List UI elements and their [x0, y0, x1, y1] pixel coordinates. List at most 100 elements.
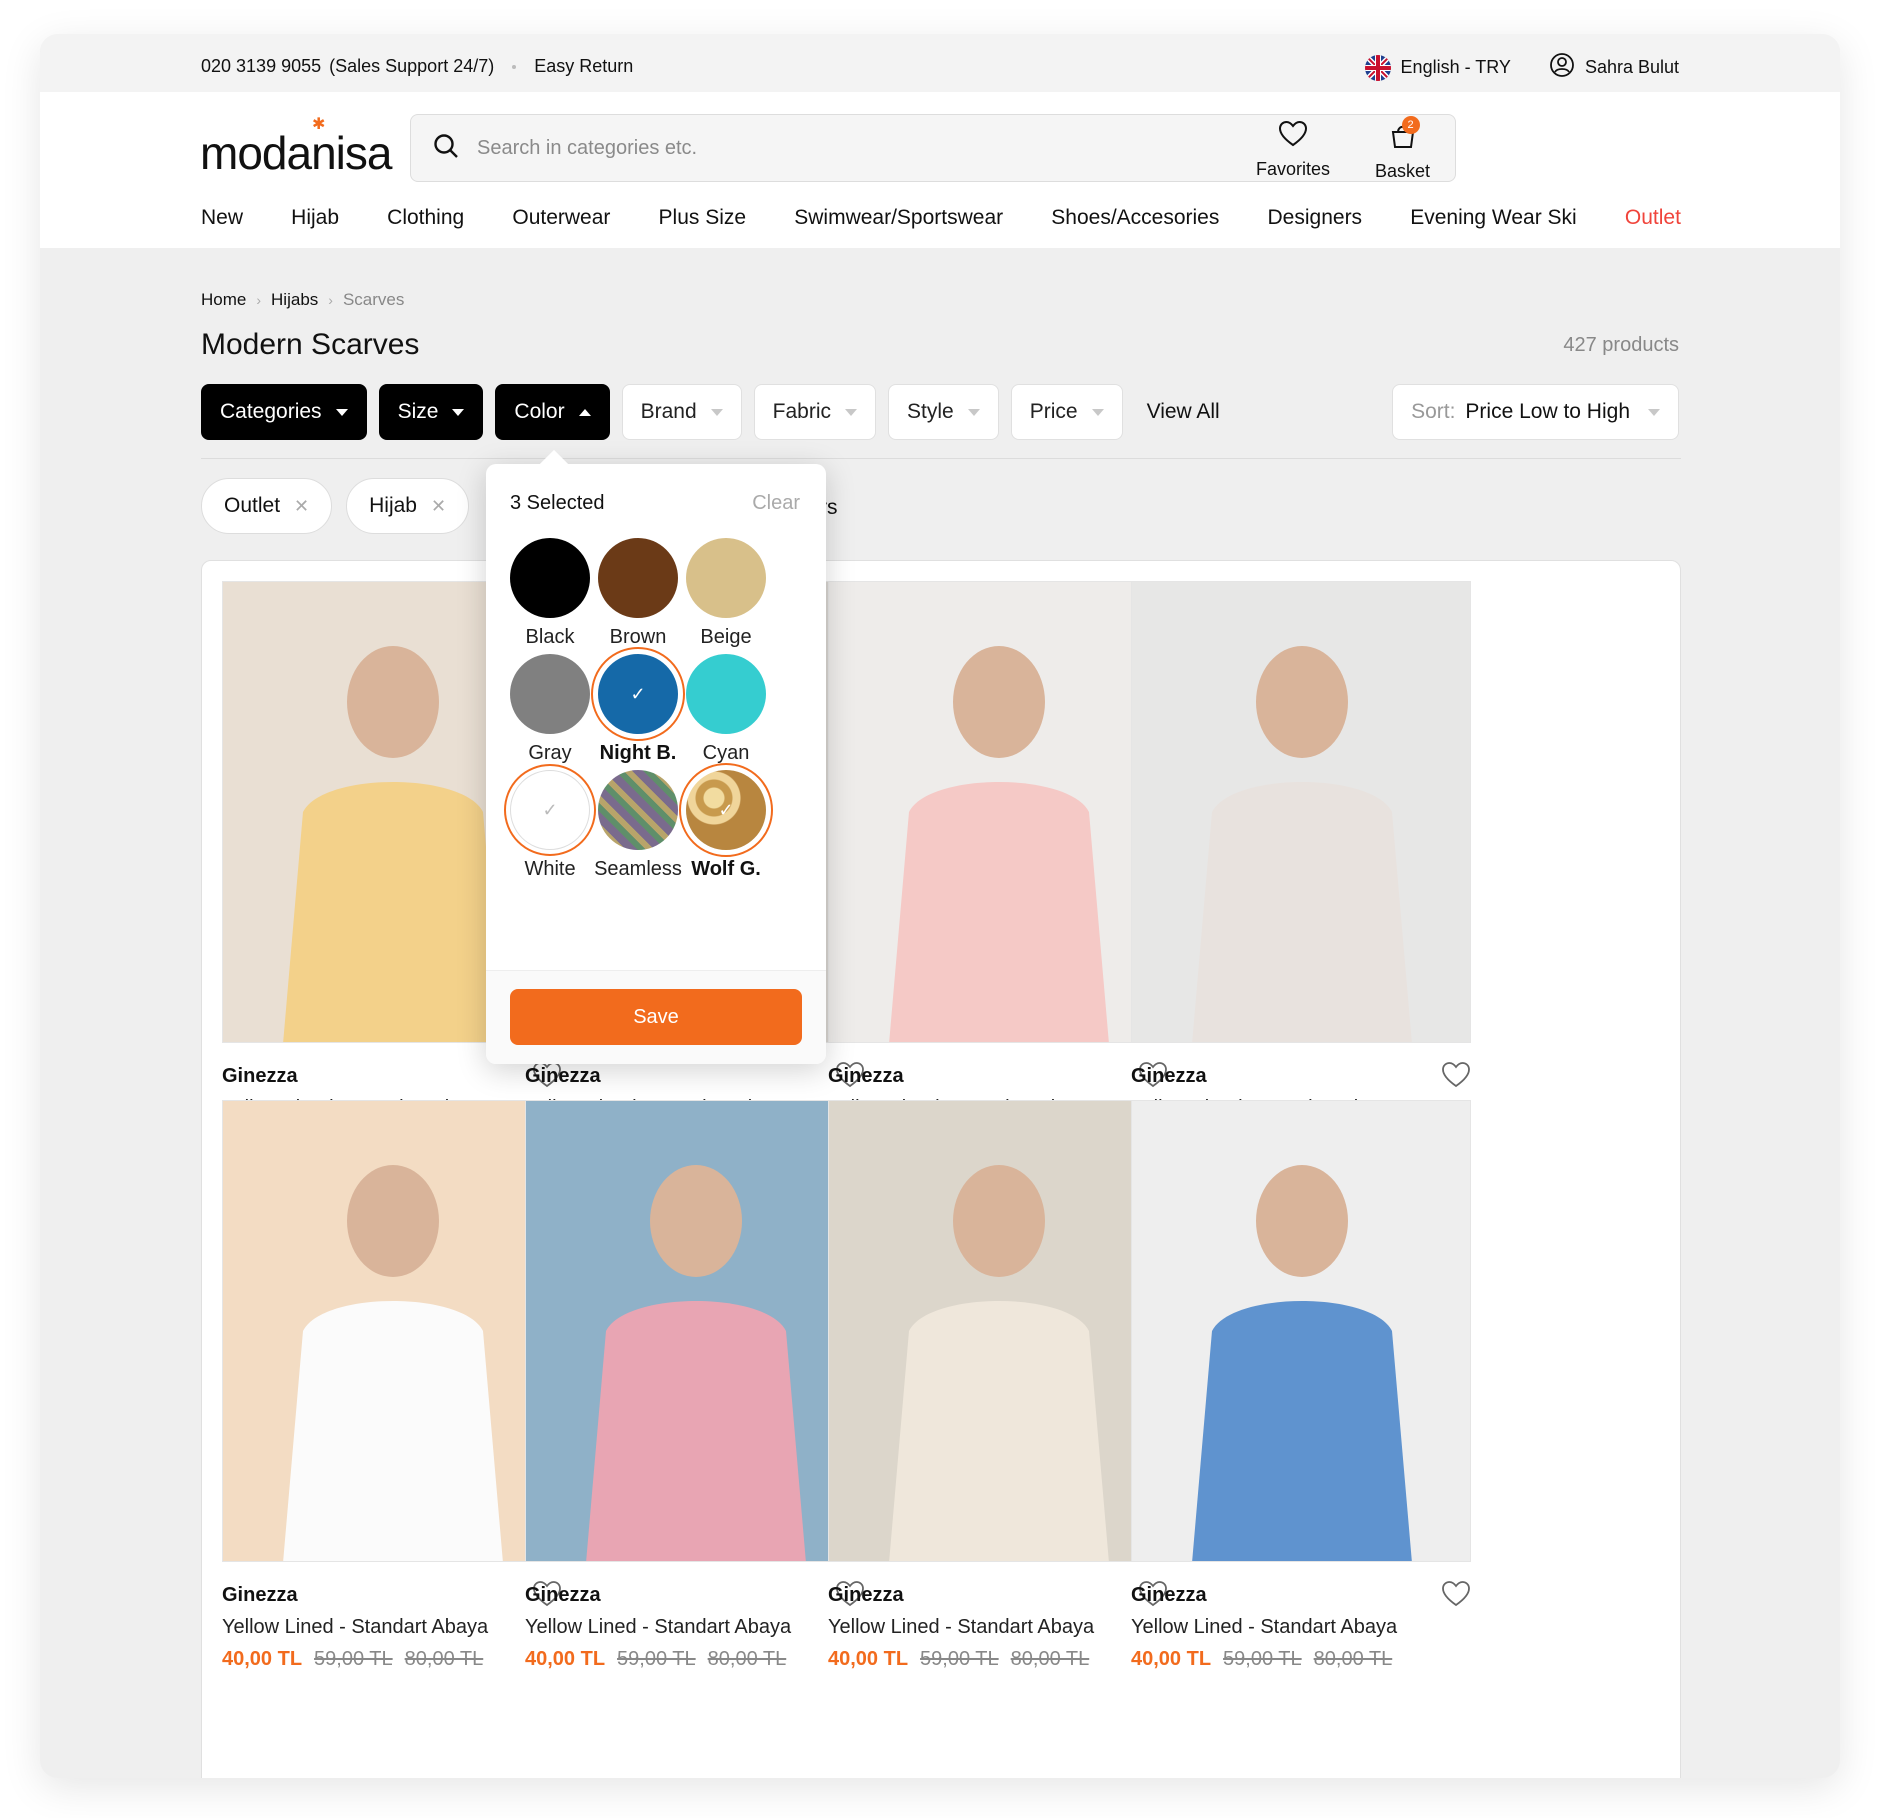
view-all-link[interactable]: View All — [1135, 400, 1232, 424]
product-prices: 40,00 TL 59,00 TL 80,00 TL — [828, 1648, 1089, 1671]
nav-hijab[interactable]: Hijab — [291, 206, 339, 230]
nav-swimwear[interactable]: Swimwear/Sportswear — [794, 206, 1003, 230]
user-name: Sahra Bulut — [1584, 57, 1679, 77]
favorites-label: Favorites — [1256, 159, 1331, 179]
chip-outlet[interactable]: Outlet ✕ — [201, 478, 333, 534]
breadcrumb-home[interactable]: Home — [201, 290, 246, 310]
swatch-label: Wolf G. — [691, 858, 761, 880]
modanisa-logo[interactable]: modanisa — [200, 126, 392, 180]
filter-style-label: Style — [907, 400, 954, 423]
product-image[interactable] — [222, 1100, 562, 1562]
product-name[interactable]: Yellow Lined - Standart Abaya — [222, 1616, 488, 1639]
basket-button[interactable]: 2 Basket — [1375, 116, 1430, 182]
color-swatch[interactable]: ✓ Wolf G. — [672, 763, 780, 881]
easy-return-link[interactable]: Easy Return — [534, 56, 633, 77]
user-icon — [1549, 52, 1575, 83]
product-brand: Ginezza — [1131, 1065, 1207, 1087]
checkmark-icon: ✓ — [718, 799, 734, 820]
original-price: 80,00 TL — [1313, 1648, 1393, 1670]
product-image[interactable] — [525, 1100, 865, 1562]
product-card[interactable]: Ginezza Yellow Lined - Standart Abaya 40,0… — [222, 1100, 562, 1670]
filter-color[interactable]: Color — [495, 384, 610, 440]
nav-clothing[interactable]: Clothing — [387, 206, 464, 230]
save-button[interactable]: Save — [510, 989, 802, 1045]
caret-down-icon — [710, 408, 723, 416]
swatch-circle[interactable] — [510, 654, 590, 734]
chevron-right-icon: › — [256, 292, 262, 308]
color-swatch[interactable]: Beige — [672, 538, 780, 649]
user-account[interactable]: Sahra Bulut — [1549, 52, 1679, 83]
nav-evening-wear[interactable]: Evening Wear Ski — [1410, 206, 1577, 230]
swatch-label: Black — [525, 626, 575, 648]
filter-price[interactable]: Price — [1010, 384, 1123, 440]
product-card[interactable]: GinezzaYellow Lined - Standart Abaya40,0… — [1131, 581, 1471, 1151]
page-title: Modern Scarves — [201, 328, 420, 361]
chip-label: Outlet — [224, 494, 281, 517]
swatch-label: Brown — [609, 626, 667, 648]
close-icon[interactable]: ✕ — [431, 496, 446, 517]
swatch-circle[interactable]: ✓ — [679, 763, 773, 857]
chip-label: Hijab — [369, 494, 417, 517]
favorite-heart-icon[interactable] — [1441, 1061, 1471, 1094]
swatch-circle[interactable] — [686, 538, 766, 618]
filter-brand-label: Brand — [640, 400, 697, 423]
filter-divider — [201, 458, 1681, 459]
product-card[interactable]: GinezzaYellow Lined - Standart Abaya40,0… — [828, 581, 1168, 1151]
favorites-button[interactable]: Favorites — [1256, 120, 1330, 180]
swatch-circle[interactable] — [598, 770, 678, 850]
product-image[interactable] — [828, 581, 1168, 1043]
nav-shoes[interactable]: Shoes/Accesories — [1051, 206, 1219, 230]
swatch-circle[interactable] — [686, 654, 766, 734]
caret-down-icon — [1091, 408, 1104, 416]
chip-hijab[interactable]: Hijab ✕ — [346, 478, 470, 534]
support-text: (Sales Support 24/7) — [329, 56, 495, 76]
breadcrumb-scarves: Scarves — [342, 290, 405, 309]
color-swatch[interactable]: Cyan — [672, 654, 780, 765]
product-image[interactable] — [1131, 581, 1471, 1043]
product-brand: Ginezza — [525, 1584, 601, 1606]
favorite-heart-icon[interactable] — [1441, 1580, 1471, 1613]
product-name[interactable]: Yellow Lined - Standart Abaya — [525, 1616, 791, 1639]
product-brand: Ginezza — [828, 1584, 904, 1606]
product-card[interactable]: Ginezza Yellow Lined - Standart Abaya 40,0… — [525, 1100, 865, 1670]
swatch-circle[interactable]: ✓ — [504, 764, 596, 856]
language-selector[interactable]: English - TRY — [1364, 54, 1511, 81]
swatch-label: White — [524, 858, 576, 880]
search-input[interactable] — [477, 136, 1377, 160]
filter-size[interactable]: Size — [378, 384, 484, 440]
product-brand: Ginezza — [222, 1584, 298, 1606]
close-icon[interactable]: ✕ — [294, 496, 309, 517]
nav-new[interactable]: New — [201, 206, 243, 230]
sort-value: Price Low to High — [1465, 400, 1630, 423]
sale-price: 40,00 TL — [222, 1648, 303, 1670]
swatch-circle[interactable]: ✓ — [591, 647, 685, 741]
filter-categories[interactable]: Categories — [201, 384, 367, 440]
nav-outlet[interactable]: Outlet — [1625, 206, 1681, 230]
product-card[interactable]: Ginezza Yellow Lined - Standart Abaya 40,0… — [828, 1100, 1168, 1670]
sort-dropdown[interactable]: Sort: Price Low to High — [1392, 384, 1679, 440]
chevron-right-icon: › — [328, 292, 333, 308]
filter-brand[interactable]: Brand — [621, 384, 742, 440]
nav-designers[interactable]: Designers — [1268, 206, 1363, 230]
breadcrumb: Home › Hijabs › Scarves — [201, 290, 404, 310]
browser-frame: 020 3139 9055 (Sales Support 24/7) Easy … — [40, 34, 1840, 1778]
product-name[interactable]: Yellow Lined - Standart Abaya — [828, 1616, 1094, 1639]
product-name[interactable]: Yellow Lined - Standart Abaya — [1131, 1616, 1397, 1639]
swatch-circle[interactable] — [510, 538, 590, 618]
product-card[interactable]: GinezzaYellow Lined - Standart Abaya40,0… — [1131, 1100, 1471, 1670]
nav-outerwear[interactable]: Outerwear — [512, 206, 610, 230]
old-price: 59,00 TL — [617, 1648, 696, 1670]
logo-star-icon: ✱ — [312, 116, 326, 133]
filter-fabric[interactable]: Fabric — [753, 384, 877, 440]
original-price: 80,00 TL — [1010, 1648, 1090, 1670]
product-image[interactable] — [828, 1100, 1168, 1562]
nav-plus-size[interactable]: Plus Size — [659, 206, 747, 230]
sale-price: 40,00 TL — [828, 1648, 909, 1670]
site-header: modanisa ✱ Favorites 2 — [40, 92, 1840, 248]
product-image[interactable] — [1131, 1100, 1471, 1562]
filter-style[interactable]: Style — [888, 384, 999, 440]
breadcrumb-hijabs[interactable]: Hijabs — [271, 290, 318, 310]
product-prices: 40,00 TL 59,00 TL 80,00 TL — [525, 1648, 786, 1671]
clear-button[interactable]: Clear — [752, 492, 800, 515]
swatch-circle[interactable] — [598, 538, 678, 618]
